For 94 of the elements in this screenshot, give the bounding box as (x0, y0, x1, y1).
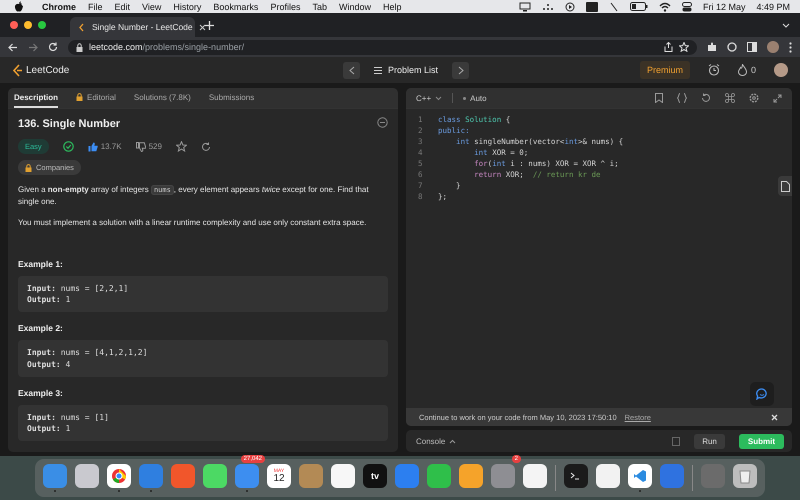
document-icon (780, 180, 790, 192)
site-logo-icon (78, 22, 86, 32)
calendar-day: 12 (273, 474, 285, 484)
sidebar-icon[interactable] (747, 42, 757, 52)
previous-problem-button[interactable] (343, 62, 360, 78)
menu-item[interactable]: Edit (114, 2, 130, 12)
battery-icon[interactable] (630, 2, 648, 11)
forward-icon[interactable] (28, 42, 38, 52)
tv-label: tv (370, 471, 379, 481)
time-text[interactable]: 4:49 PM (756, 2, 790, 12)
wifi-icon[interactable] (658, 2, 671, 12)
chat-bubble-icon (756, 388, 768, 400)
panel-tab[interactable]: Solutions (7.8K) (134, 88, 191, 108)
run-button[interactable]: Run (694, 434, 725, 448)
reset-icon[interactable] (701, 93, 711, 103)
back-icon[interactable] (8, 42, 18, 52)
chevron-right-icon (458, 66, 464, 74)
streak-count: 0 (750, 65, 756, 75)
close-icon[interactable] (771, 414, 778, 420)
thumbs-down-icon (136, 142, 146, 152)
menu-item[interactable]: Tab (312, 2, 327, 12)
autocomplete-mode-button[interactable]: Auto (463, 94, 487, 102)
notes-button[interactable] (778, 176, 792, 196)
dots-icon[interactable] (542, 2, 554, 12)
next-problem-button[interactable] (452, 62, 470, 78)
example-block: Input: nums = [4,1,2,1,2] Output: 4 (18, 340, 388, 377)
apple-icon[interactable] (14, 0, 24, 12)
problem-list-button[interactable]: Problem List (368, 65, 444, 75)
chevron-up-icon (449, 438, 456, 444)
chevron-down-icon (435, 96, 442, 100)
chrome-icon[interactable] (107, 464, 131, 488)
menu-item[interactable]: Help (382, 2, 402, 12)
menu-item[interactable]: Profiles (270, 2, 300, 12)
panel-tab[interactable]: Editorial (76, 88, 116, 108)
like-button[interactable]: 13.7K (88, 142, 122, 152)
lock-icon (25, 164, 32, 172)
zoom-window-button[interactable] (38, 21, 46, 29)
share-arrow-icon[interactable] (200, 142, 211, 152)
chevron-down-icon[interactable] (782, 22, 790, 28)
toggles-icon[interactable] (682, 2, 692, 12)
trash-icon[interactable] (733, 464, 757, 488)
expand-icon[interactable] (773, 94, 782, 102)
site-logo[interactable]: LeetCode (12, 64, 70, 76)
address-bar[interactable]: leetcode.com/problems/single-number/ (68, 40, 697, 54)
date-text[interactable]: Fri 12 May (702, 2, 746, 12)
braces-icon[interactable] (677, 93, 687, 103)
close-window-button[interactable] (10, 21, 18, 29)
command-key-icon[interactable] (725, 93, 735, 103)
menu-item[interactable]: Window (338, 2, 371, 12)
bookmark-icon[interactable] (655, 93, 663, 103)
feedback-chat-button[interactable] (750, 382, 774, 406)
example-block: Input: nums = [1] Output: 1 (18, 404, 388, 442)
menu-item[interactable]: File (88, 2, 103, 12)
minimize-window-button[interactable] (24, 21, 32, 29)
app-menu[interactable]: Chrome (42, 2, 76, 12)
language-dropdown[interactable]: C++ (416, 94, 442, 102)
leetcode-logo-icon (12, 64, 23, 76)
chevron-left-icon (348, 66, 354, 74)
lock-icon (76, 42, 83, 52)
dislike-button[interactable]: 529 (136, 142, 162, 152)
example-title: Example 1: (18, 259, 63, 269)
menu-item[interactable]: Bookmarks (213, 2, 258, 12)
thumbs-up-icon (88, 142, 98, 152)
panel-tab[interactable]: Submissions (208, 88, 254, 108)
flame-icon[interactable] (738, 64, 747, 76)
user-avatar[interactable] (774, 63, 788, 77)
close-icon[interactable] (198, 24, 206, 30)
new-tab-icon[interactable] (205, 20, 214, 30)
slash-icon[interactable] (608, 2, 619, 12)
settings-icon[interactable] (749, 93, 759, 103)
panel-tab[interactable]: Description (14, 88, 58, 108)
alarm-clock-icon[interactable] (708, 64, 720, 76)
play-icon[interactable] (564, 2, 575, 12)
menu-item[interactable]: View (142, 2, 162, 12)
profile-avatar[interactable] (767, 41, 779, 53)
tv-icon[interactable]: tv (363, 464, 387, 488)
clipboard-icon[interactable] (672, 436, 680, 446)
console-toggle[interactable]: Console (416, 436, 456, 446)
display-icon[interactable] (518, 2, 531, 12)
reload-icon[interactable] (48, 42, 58, 52)
example-title: Example 2: (18, 323, 63, 334)
premium-button[interactable]: Premium (640, 61, 690, 79)
more-icon[interactable] (789, 42, 792, 52)
share-icon[interactable] (664, 42, 673, 52)
minus-circle-icon[interactable] (377, 117, 388, 128)
menu-item[interactable]: History (173, 2, 202, 12)
terminal-icon[interactable] (564, 464, 588, 488)
code-editor-icon[interactable] (628, 464, 652, 488)
constraint-text: You must implement a solution with a linear runtime complexity and use only constant extra space. (18, 217, 366, 229)
problem-title: 136. Single Number (18, 118, 120, 130)
example-title: Example 3: (18, 388, 63, 398)
example-block: Input: nums = [2,2,1] Output: 1 (18, 276, 388, 312)
star-icon[interactable] (176, 141, 187, 152)
tab-title: Single Number - LeetCode (92, 22, 193, 32)
